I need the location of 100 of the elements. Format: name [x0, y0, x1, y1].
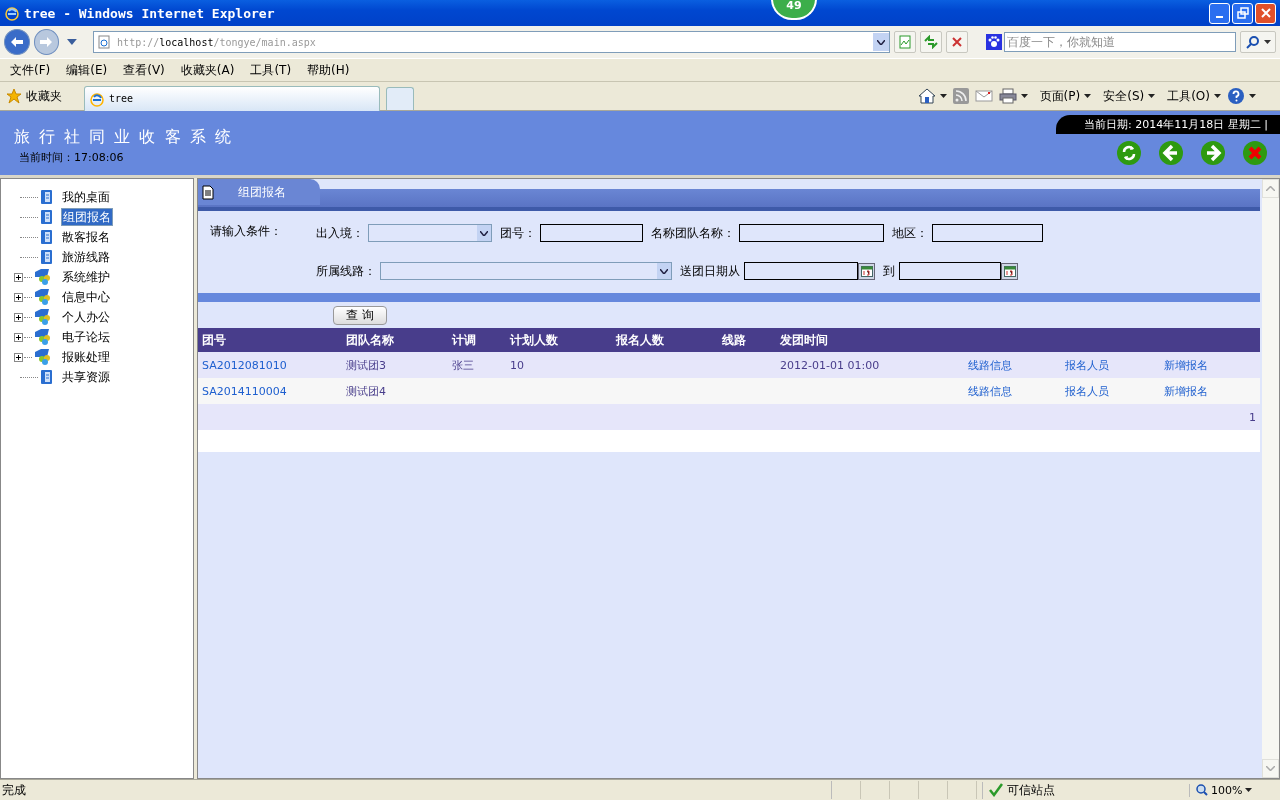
- scrollbar[interactable]: [1262, 179, 1279, 778]
- history-dropdown-icon[interactable]: [67, 39, 78, 45]
- caret-icon[interactable]: [1214, 94, 1221, 98]
- menu-item[interactable]: 帮助(H): [301, 61, 356, 79]
- field-label: 送团日期从: [680, 262, 740, 280]
- tree-item[interactable]: 电子论坛: [61, 328, 111, 346]
- field-label: 名称团队名称：: [651, 224, 735, 242]
- app-title: 旅 行 社 同 业 收 客 系 统: [14, 127, 233, 148]
- command-menu[interactable]: 工具(O): [1167, 87, 1210, 105]
- menu-item[interactable]: 工具(T): [244, 61, 298, 79]
- checkmark-icon: [989, 783, 1003, 797]
- expand-toggle[interactable]: [14, 352, 23, 362]
- action-link[interactable]: 报名人员: [1065, 358, 1109, 372]
- address-dropdown-button[interactable]: [873, 33, 890, 51]
- search-button[interactable]: [1240, 31, 1276, 53]
- tree-item[interactable]: 系统维护: [61, 268, 111, 286]
- calendar-icon: [860, 265, 873, 277]
- query-button[interactable]: 查 询: [333, 305, 387, 325]
- tree-item[interactable]: 散客报名: [61, 228, 111, 246]
- restore-button[interactable]: [1232, 2, 1253, 24]
- table-cell: 测试团4: [346, 384, 386, 398]
- close-button[interactable]: [1255, 2, 1276, 24]
- restore-icon: [1236, 7, 1249, 19]
- chevron-down-icon: [1266, 766, 1275, 771]
- expand-toggle[interactable]: [14, 272, 23, 282]
- expand-toggle[interactable]: [14, 292, 23, 302]
- table-cell: 2012-01-01 01:00: [780, 358, 880, 372]
- menu-item[interactable]: 查看(V): [117, 61, 171, 79]
- caret-icon[interactable]: [939, 94, 947, 98]
- text-field[interactable]: [540, 224, 643, 242]
- text-field[interactable]: [739, 224, 884, 242]
- dropdown-field[interactable]: [368, 224, 492, 242]
- notification-badge: 49: [771, 0, 817, 20]
- command-menu[interactable]: 页面(P): [1039, 87, 1081, 105]
- calendar-button[interactable]: [858, 262, 875, 280]
- expand-toggle[interactable]: [14, 332, 23, 342]
- minimize-button[interactable]: [1209, 2, 1230, 24]
- tree-item[interactable]: 共享资源: [61, 368, 111, 386]
- help-icon[interactable]: [1227, 87, 1245, 105]
- calendar-icon: [1003, 265, 1016, 277]
- current-date: 当前日期: 2014年11月18日 星期二 |: [1056, 115, 1280, 134]
- tree-item[interactable]: 报账处理: [61, 348, 111, 366]
- tree-item[interactable]: 信息中心: [61, 288, 111, 306]
- menu-item[interactable]: 收藏夹(A): [174, 61, 241, 79]
- caret-icon[interactable]: [1020, 94, 1028, 98]
- tree-item[interactable]: 我的桌面: [61, 188, 111, 206]
- field-label: 地区：: [892, 224, 928, 242]
- calendar-button[interactable]: [1001, 262, 1018, 280]
- caret-icon[interactable]: [1148, 94, 1156, 98]
- search-field[interactable]: 百度一下，你就知道: [1004, 32, 1237, 52]
- dropdown-field[interactable]: [380, 262, 672, 280]
- date-field[interactable]: [899, 262, 1001, 280]
- forward-button[interactable]: [33, 29, 60, 55]
- caret-icon[interactable]: [1084, 94, 1092, 98]
- menu-item[interactable]: 编辑(E): [60, 61, 114, 79]
- chevron-down-icon: [877, 39, 886, 45]
- action-link[interactable]: 新增报名: [1164, 384, 1208, 398]
- menu-item[interactable]: 文件(F): [4, 61, 57, 79]
- mail-icon[interactable]: [974, 89, 993, 103]
- action-link[interactable]: 新增报名: [1164, 358, 1208, 372]
- page-number[interactable]: 1: [1249, 410, 1256, 424]
- document-icon: [39, 189, 55, 205]
- expand-toggle[interactable]: [14, 312, 23, 322]
- chevron-down-icon: [660, 268, 668, 274]
- column-header: 发团时间: [779, 331, 829, 349]
- status-text: 完成: [2, 781, 26, 799]
- caret-icon[interactable]: [1249, 94, 1256, 98]
- date-field[interactable]: [744, 262, 858, 280]
- chevron-down-icon: [480, 230, 488, 236]
- action-link[interactable]: 报名人员: [1065, 384, 1109, 398]
- action-link[interactable]: 线路信息: [968, 384, 1012, 398]
- refresh-icon[interactable]: [1116, 140, 1142, 166]
- field-label: 出入境：: [316, 224, 364, 242]
- caret-icon: [1263, 40, 1271, 44]
- paw-icon: [986, 34, 1003, 50]
- stop-button[interactable]: [946, 31, 969, 53]
- tree-item[interactable]: 旅游线路: [61, 248, 111, 266]
- close-icon: [1259, 7, 1272, 19]
- table-cell: 测试团3: [346, 358, 386, 372]
- browser-tab[interactable]: tree: [84, 85, 380, 111]
- printer-icon[interactable]: [998, 88, 1017, 104]
- tree-item[interactable]: 组团报名: [61, 208, 113, 226]
- action-link[interactable]: 线路信息: [968, 358, 1012, 372]
- tree-item[interactable]: 个人办公: [61, 308, 111, 326]
- favorites-button[interactable]: 收藏夹: [6, 87, 78, 105]
- document-icon: [39, 209, 55, 225]
- close-icon: [951, 36, 964, 48]
- zoom-control[interactable]: 100%: [1189, 783, 1276, 797]
- table-cell: 10: [510, 358, 524, 372]
- text-field[interactable]: [932, 224, 1043, 242]
- home-icon[interactable]: [917, 88, 936, 104]
- command-menu[interactable]: 安全(S): [1103, 87, 1145, 105]
- group-number-link[interactable]: SA2012081010: [202, 358, 287, 372]
- column-header: 线路: [721, 331, 747, 349]
- back-button[interactable]: [4, 29, 30, 55]
- column-header: 计划人数: [508, 331, 559, 349]
- document-icon: [39, 229, 55, 245]
- address-field[interactable]: http://localhost/tongye/main.aspx: [93, 31, 891, 53]
- refresh-button[interactable]: [920, 31, 943, 53]
- group-number-link[interactable]: SA2014110004: [202, 384, 287, 398]
